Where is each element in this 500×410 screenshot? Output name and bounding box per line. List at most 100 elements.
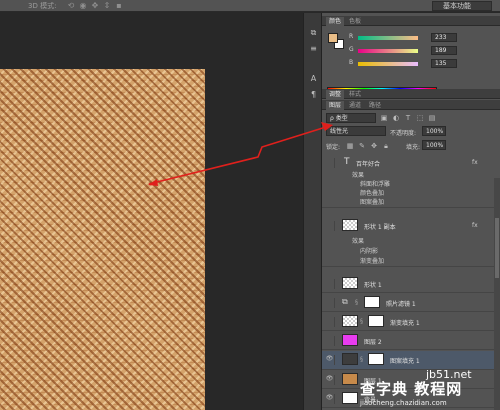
layer-name[interactable]: 渐变填充 1 [390,318,420,327]
layers-panel-tabs: 图层 通道 路径 [322,100,500,110]
document-canvas[interactable] [0,69,205,410]
link-icon: § [360,356,363,363]
foreground-color-swatch-front[interactable] [328,33,338,43]
effect-bevel-emboss[interactable]: 斜面和浮雕 [360,179,390,188]
blend-mode-select[interactable]: 线性光 [326,126,386,136]
tab-styles[interactable]: 样式 [346,90,364,99]
layer-layer2[interactable]: 图层 2 [322,332,494,350]
opacity-label: 不透明度: [390,130,417,137]
blue-slider[interactable] [358,62,418,66]
visibility-toggle[interactable] [325,317,335,327]
character-icon[interactable]: A [307,73,320,84]
layer-name[interactable]: 照片滤镜 1 [386,299,416,308]
red-slider[interactable] [358,36,418,40]
layer-name[interactable]: 形状 1 [364,280,382,289]
layer-name[interactable]: 图层 2 [364,337,382,346]
visibility-toggle[interactable] [325,298,335,308]
workspace-select[interactable]: 基本功能 [432,1,492,11]
visibility-toggle[interactable]: 👁︎ [325,355,335,365]
color-panel-tabs: 颜色 色板 [322,16,500,26]
3d-rotate-icon[interactable]: ⟲ [66,1,76,10]
layer-thumbnail [342,353,358,365]
collapsed-panel-strip: ⧉ ≡ A ¶ [303,13,322,410]
effect-gradient-overlay[interactable]: 渐变叠加 [360,256,384,265]
green-value-field[interactable]: 189 [431,46,457,55]
layer-name[interactable]: 百年好合 [356,159,380,168]
layer-shape1-copy[interactable]: 形状 1 副本 fx 效果 内阴影 渐变叠加 [322,217,494,267]
scrollbar-thumb[interactable] [495,218,499,278]
red-label: R [349,33,354,40]
type-layer-icon: T [344,157,350,167]
fill-field[interactable]: 100% [422,140,446,150]
lock-label: 锁定: [326,144,341,151]
lock-transparent-icon[interactable]: ▦ [346,142,354,150]
paragraph-icon[interactable]: ¶ [307,89,320,100]
filter-adjustment-icon[interactable]: ◐ [392,114,400,122]
visibility-toggle[interactable] [325,158,335,168]
layer-gradient-fill1[interactable]: § 渐变填充 1 [322,313,494,331]
visibility-toggle[interactable]: 👁︎ [325,375,335,385]
3d-scale-icon[interactable]: ▪ [114,1,124,10]
3d-slide-icon[interactable]: ⇕ [102,1,112,10]
tab-color[interactable]: 颜色 [326,17,345,26]
effects-label: 效果 [352,238,365,245]
lock-all-icon[interactable]: 🔒︎ [382,142,390,150]
history-icon[interactable]: ⧉ [307,27,320,38]
fill-label: 填充: [406,144,421,151]
layer-thumbnail [342,334,358,346]
filter-shape-icon[interactable]: ⬚ [416,114,424,122]
visibility-toggle[interactable] [325,221,335,231]
filter-type-icon[interactable]: T [404,114,412,122]
green-label: G [349,46,354,53]
tab-channels[interactable]: 通道 [346,101,364,110]
layer-filter-select[interactable]: ρ 类型 [326,113,376,123]
tab-layers[interactable]: 图层 [326,101,345,110]
link-icon: § [355,299,358,306]
effect-color-overlay[interactable]: 颜色叠加 [360,188,384,197]
lock-position-icon[interactable]: ✥ [370,142,378,150]
visibility-toggle[interactable]: 👁︎ [325,394,335,404]
blue-value-field[interactable]: 135 [431,59,457,68]
layer-thumbnail [342,373,358,385]
layer-text-baiNianHaoHe[interactable]: T 百年好合 fx 效果 斜面和浮雕 颜色叠加 图案叠加 [322,155,494,208]
panel-dock: 颜色 色板 R 233 G 189 B 135 调整 样式 图层 通道 路径 ρ… [322,13,500,410]
visibility-toggle[interactable] [325,336,335,346]
layer-thumbnail [342,277,358,289]
canvas-workspace[interactable] [0,13,303,410]
layer-mask-thumbnail[interactable] [368,315,384,327]
lock-image-icon[interactable]: ✎ [358,142,366,150]
blue-label: B [349,59,354,66]
filter-pixel-icon[interactable]: ▣ [380,114,388,122]
watermark-brand: 查字典 教程网 [360,380,463,398]
3d-roll-icon[interactable]: ◉ [78,1,88,10]
layer-thumbnail [342,219,358,231]
layer-thumbnail [342,392,358,404]
red-value-field[interactable]: 233 [431,33,457,42]
link-icon: § [360,318,363,325]
watermark-url: jiaocheng.chazidian.com [360,399,447,407]
3d-mode-label: 3D 模式: [28,2,57,10]
filter-smart-object-icon[interactable]: ▤ [428,114,436,122]
opacity-field[interactable]: 100% [422,126,446,136]
layer-mask-thumbnail[interactable] [364,296,380,308]
3d-drag-icon[interactable]: ✥ [90,1,100,10]
layer-name[interactable]: 图案填充 1 [390,356,420,365]
layer-name[interactable]: 形状 1 副本 [364,222,396,231]
layer-photo-filter1[interactable]: ⧉ § 照片滤镜 1 [322,294,494,312]
layer-shape1[interactable]: 形状 1 [322,275,494,293]
green-slider[interactable] [358,49,418,53]
tab-adjustments[interactable]: 调整 [326,90,345,99]
properties-icon[interactable]: ≡ [307,43,320,54]
layer-mask-thumbnail[interactable] [368,353,384,365]
adjustment-layer-icon: ⧉ [342,297,348,306]
site-watermark: jb51.net 查字典 教程网 jiaocheng.chazidian.com [358,368,500,410]
visibility-toggle[interactable] [325,279,335,289]
fx-badge[interactable]: fx [472,159,478,166]
tab-swatches[interactable]: 色板 [346,17,364,26]
tab-paths[interactable]: 路径 [366,101,384,110]
effect-pattern-overlay[interactable]: 图案叠加 [360,197,384,206]
effects-label: 效果 [352,172,365,179]
options-bar: 3D 模式: ⟲ ◉ ✥ ⇕ ▪ 基本功能 [0,0,500,12]
effect-inner-shadow[interactable]: 内阴影 [360,246,378,255]
fx-badge[interactable]: fx [472,222,478,229]
